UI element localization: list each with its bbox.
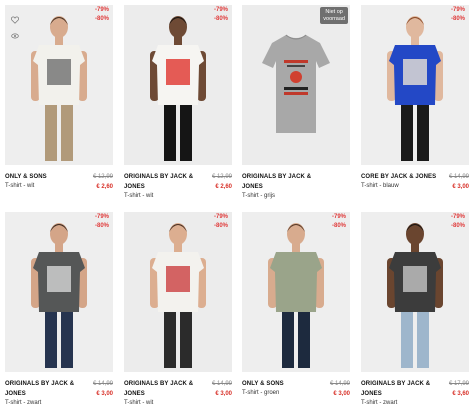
- original-price: € 14,99: [92, 381, 113, 387]
- eye-icon[interactable]: [11, 27, 19, 39]
- product-description[interactable]: T-shirt - groen: [242, 389, 279, 397]
- sale-price: € 3,00: [215, 391, 232, 397]
- product-description[interactable]: T-shirt - blauw: [361, 182, 399, 190]
- product-description[interactable]: T-shirt - wit: [124, 399, 153, 407]
- product-image[interactable]: [361, 5, 469, 165]
- product-image[interactable]: [242, 212, 350, 372]
- product-description[interactable]: T-shirt - wit: [124, 192, 153, 200]
- product-image[interactable]: [124, 5, 232, 165]
- discount-badge: -79% -80%: [331, 214, 346, 229]
- product-image[interactable]: [5, 5, 113, 165]
- discount-badge: -79% -80%: [213, 214, 228, 229]
- product-brand[interactable]: ORIGINALS BY JACK & JONES: [361, 379, 439, 399]
- product-image[interactable]: [124, 212, 232, 372]
- sale-price: € 2,60: [215, 184, 232, 190]
- product-image[interactable]: [5, 212, 113, 372]
- discount-badge: -79% -80%: [213, 7, 228, 22]
- discount-badge: -79% -80%: [450, 214, 465, 229]
- original-price: € 17,99: [448, 381, 469, 387]
- discount-badge: -79% -80%: [94, 214, 109, 229]
- product-image[interactable]: [242, 5, 350, 165]
- sale-price: € 3,00: [96, 391, 113, 397]
- original-price: € 14,99: [211, 381, 232, 387]
- product-description[interactable]: T-shirt - grijs: [242, 192, 275, 200]
- original-price: € 12,99: [211, 174, 232, 180]
- product-brand[interactable]: ORIGINALS BY JACK & JONES: [124, 379, 202, 399]
- heart-icon[interactable]: [10, 11, 20, 24]
- original-price: € 14,99: [329, 381, 350, 387]
- discount-badge: -79% -80%: [94, 7, 109, 22]
- discount-badge: -79% -80%: [450, 7, 465, 22]
- sale-price: € 2,60: [96, 184, 113, 190]
- product-description[interactable]: T-shirt - zwart: [5, 399, 41, 407]
- product-brand[interactable]: ORIGINALS BY JACK & JONES: [242, 172, 320, 192]
- product-image[interactable]: [361, 212, 469, 372]
- sale-price: € 3,00: [333, 391, 350, 397]
- sale-price: € 3,00: [452, 184, 469, 190]
- product-description[interactable]: T-shirt - zwart: [361, 399, 397, 407]
- original-price: € 12,99: [92, 174, 113, 180]
- product-brand[interactable]: ONLY & SONS: [5, 172, 83, 182]
- product-description[interactable]: T-shirt - wit: [5, 182, 34, 190]
- product-brand[interactable]: CORE BY JACK & JONES: [361, 172, 439, 182]
- original-price: € 14,99: [448, 174, 469, 180]
- out-of-stock-badge: Niet op voorraad: [320, 7, 348, 24]
- product-brand[interactable]: ORIGINALS BY JACK & JONES: [5, 379, 83, 399]
- product-brand[interactable]: ORIGINALS BY JACK & JONES: [124, 172, 202, 192]
- product-brand[interactable]: ONLY & SONS: [242, 379, 320, 389]
- sale-price: € 3,60: [452, 391, 469, 397]
